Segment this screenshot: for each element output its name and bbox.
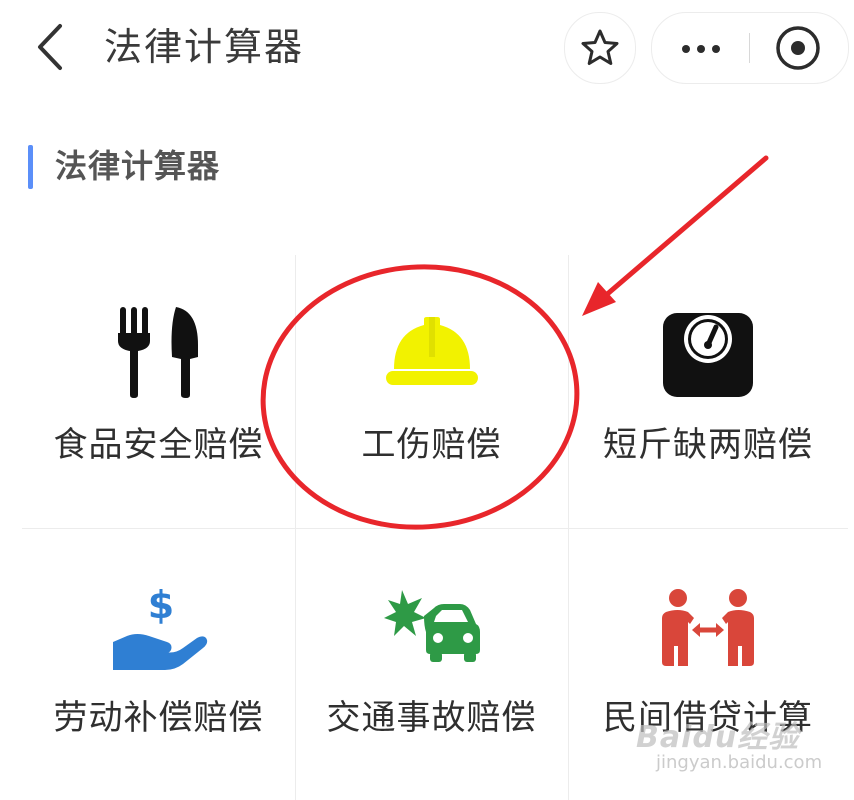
watermark-logo: Baidu经验	[636, 720, 800, 755]
favorite-button[interactable]	[564, 12, 636, 84]
fork-knife-icon	[117, 307, 198, 398]
calculator-work-injury[interactable]: 工伤赔偿	[295, 255, 568, 528]
back-button[interactable]	[30, 20, 74, 74]
section-title: 法律计算器	[55, 147, 221, 185]
hand-dollar-icon: $	[112, 584, 207, 670]
page-title: 法律计算器	[104, 25, 305, 69]
close-miniprogram-button[interactable]	[750, 13, 848, 83]
calculator-label: 劳动补偿赔偿	[53, 698, 264, 738]
weighing-scale-icon	[663, 313, 753, 397]
target-circle-icon	[776, 26, 820, 70]
car-crash-icon	[383, 590, 480, 662]
calculator-labor-compensation[interactable]: $ 劳动补偿赔偿	[22, 528, 295, 800]
calculator-food-safety[interactable]: 食品安全赔偿	[22, 255, 295, 528]
watermark-url: jingyan.baidu.com	[656, 752, 823, 773]
calculator-label: 短斤缺两赔偿	[603, 425, 813, 465]
chevron-left-icon	[38, 24, 62, 70]
calculator-label: 交通事故赔偿	[326, 698, 537, 738]
more-button[interactable]	[652, 13, 749, 83]
calculator-label: 工伤赔偿	[361, 425, 502, 465]
hard-hat-icon	[385, 317, 478, 385]
more-dot-3	[712, 45, 720, 53]
calculator-traffic-accident[interactable]: 交通事故赔偿	[295, 528, 568, 800]
menu-capsule	[651, 12, 849, 84]
star-icon	[581, 29, 619, 65]
svg-text:$: $	[147, 584, 173, 627]
more-dot-2	[697, 45, 705, 53]
people-exchange-icon	[662, 589, 754, 666]
section-accent-bar	[28, 145, 33, 189]
calculator-short-weight[interactable]: 短斤缺两赔偿	[568, 255, 848, 528]
more-dots-icon	[682, 45, 690, 53]
top-navigation-bar: 法律计算器	[0, 0, 854, 100]
calculator-label: 食品安全赔偿	[53, 425, 264, 465]
